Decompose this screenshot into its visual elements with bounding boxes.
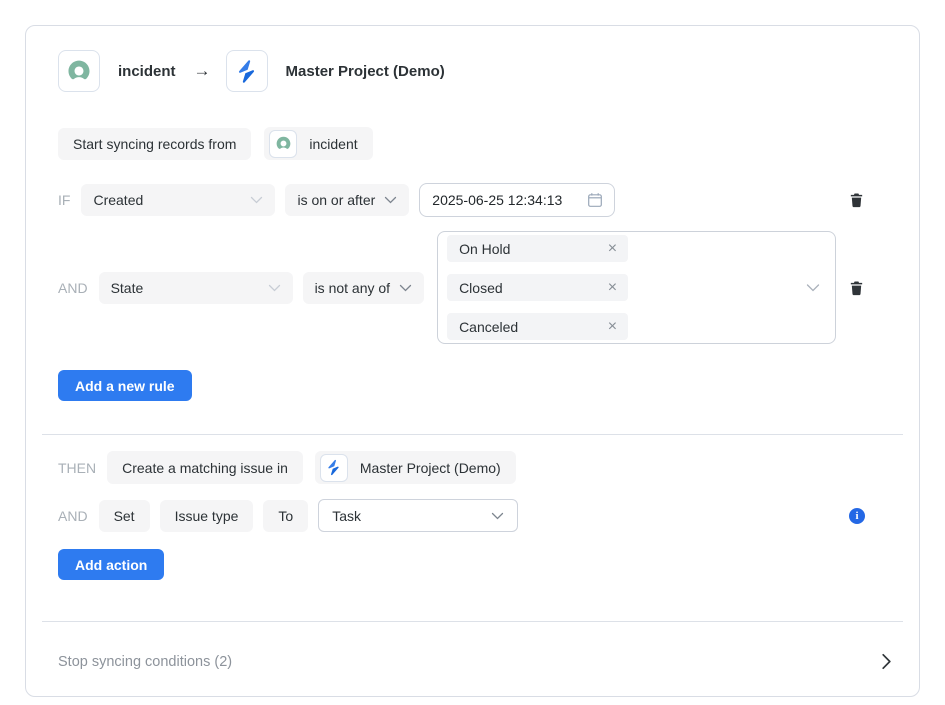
chevron-down-icon — [384, 196, 397, 204]
datetime-value: 2025-06-25 12:34:13 — [432, 192, 562, 208]
datetime-input[interactable]: 2025-06-25 12:34:13 — [419, 183, 615, 217]
sync-rules-card: incident → Master Project (Demo) Start s… — [25, 25, 920, 697]
rule-row-and: AND State is not any of On Hold × — [58, 231, 887, 344]
servicenow-logo-box — [58, 50, 100, 92]
selected-tag: Closed × — [447, 274, 628, 301]
field-select-state[interactable]: State — [99, 272, 293, 304]
calendar-icon[interactable] — [587, 192, 603, 208]
delete-rule-button[interactable] — [848, 279, 865, 297]
state-multiselect[interactable]: On Hold × Closed × Canceled × — [437, 231, 836, 344]
then-label: THEN — [58, 460, 96, 476]
servicenow-icon — [66, 58, 92, 84]
source-app-name: incident — [118, 63, 176, 80]
jira-logo-box — [226, 50, 268, 92]
issue-type-select[interactable]: Task — [318, 499, 518, 532]
start-syncing-chip: Start syncing records from — [58, 128, 251, 160]
target-project-name: Master Project (Demo) — [286, 63, 445, 80]
source-record-label: incident — [309, 136, 357, 152]
delete-rule-button[interactable] — [848, 191, 865, 209]
servicenow-logo-box-small — [269, 130, 297, 158]
section-divider — [42, 434, 903, 435]
selected-tag: Canceled × — [447, 313, 628, 340]
info-icon[interactable]: i — [849, 508, 865, 524]
to-chip: To — [263, 500, 308, 532]
jira-icon — [234, 59, 259, 84]
stop-syncing-conditions-row[interactable]: Stop syncing conditions (2) — [26, 622, 919, 697]
selected-tag: On Hold × — [447, 235, 628, 262]
selected-values: On Hold × Closed × Canceled × — [447, 235, 628, 340]
remove-tag-icon[interactable]: × — [608, 319, 617, 335]
chevron-down-icon — [399, 284, 412, 292]
stop-syncing-label: Stop syncing conditions (2) — [58, 654, 232, 670]
chevron-right-icon — [881, 653, 892, 670]
rule-row-if: IF Created is on or after 2025-06-25 12:… — [58, 183, 887, 217]
chevron-down-icon[interactable] — [806, 283, 820, 292]
field-select-created[interactable]: Created — [81, 184, 275, 216]
chevron-down-icon — [250, 196, 263, 204]
field-chip: Issue type — [160, 500, 254, 532]
source-record-chip: incident — [264, 127, 372, 160]
and-label: AND — [58, 280, 88, 296]
flow-header: incident → Master Project (Demo) — [58, 51, 887, 91]
target-project-label: Master Project (Demo) — [360, 460, 501, 476]
remove-tag-icon[interactable]: × — [608, 241, 617, 257]
jira-icon — [325, 459, 342, 476]
start-syncing-row: Start syncing records from incident — [58, 127, 887, 160]
set-chip: Set — [99, 500, 150, 532]
operator-select-date[interactable]: is on or after — [285, 184, 409, 216]
servicenow-icon — [275, 135, 292, 152]
add-rule-button[interactable]: Add a new rule — [58, 370, 192, 401]
create-action-chip: Create a matching issue in — [107, 451, 303, 484]
and-label: AND — [58, 508, 88, 524]
target-project-chip: Master Project (Demo) — [315, 451, 516, 484]
action-row-then: THEN Create a matching issue in Master P… — [58, 451, 887, 484]
add-action-button[interactable]: Add action — [58, 549, 164, 580]
action-row-set: AND Set Issue type To Task i — [58, 499, 887, 532]
jira-logo-box-small — [320, 454, 348, 482]
remove-tag-icon[interactable]: × — [608, 280, 617, 296]
chevron-down-icon — [268, 284, 281, 292]
chevron-down-icon — [491, 512, 504, 520]
trash-icon — [848, 191, 865, 209]
operator-select-state[interactable]: is not any of — [303, 272, 425, 304]
trash-icon — [848, 279, 865, 297]
arrow-right-icon: → — [194, 61, 211, 81]
if-label: IF — [58, 192, 70, 208]
